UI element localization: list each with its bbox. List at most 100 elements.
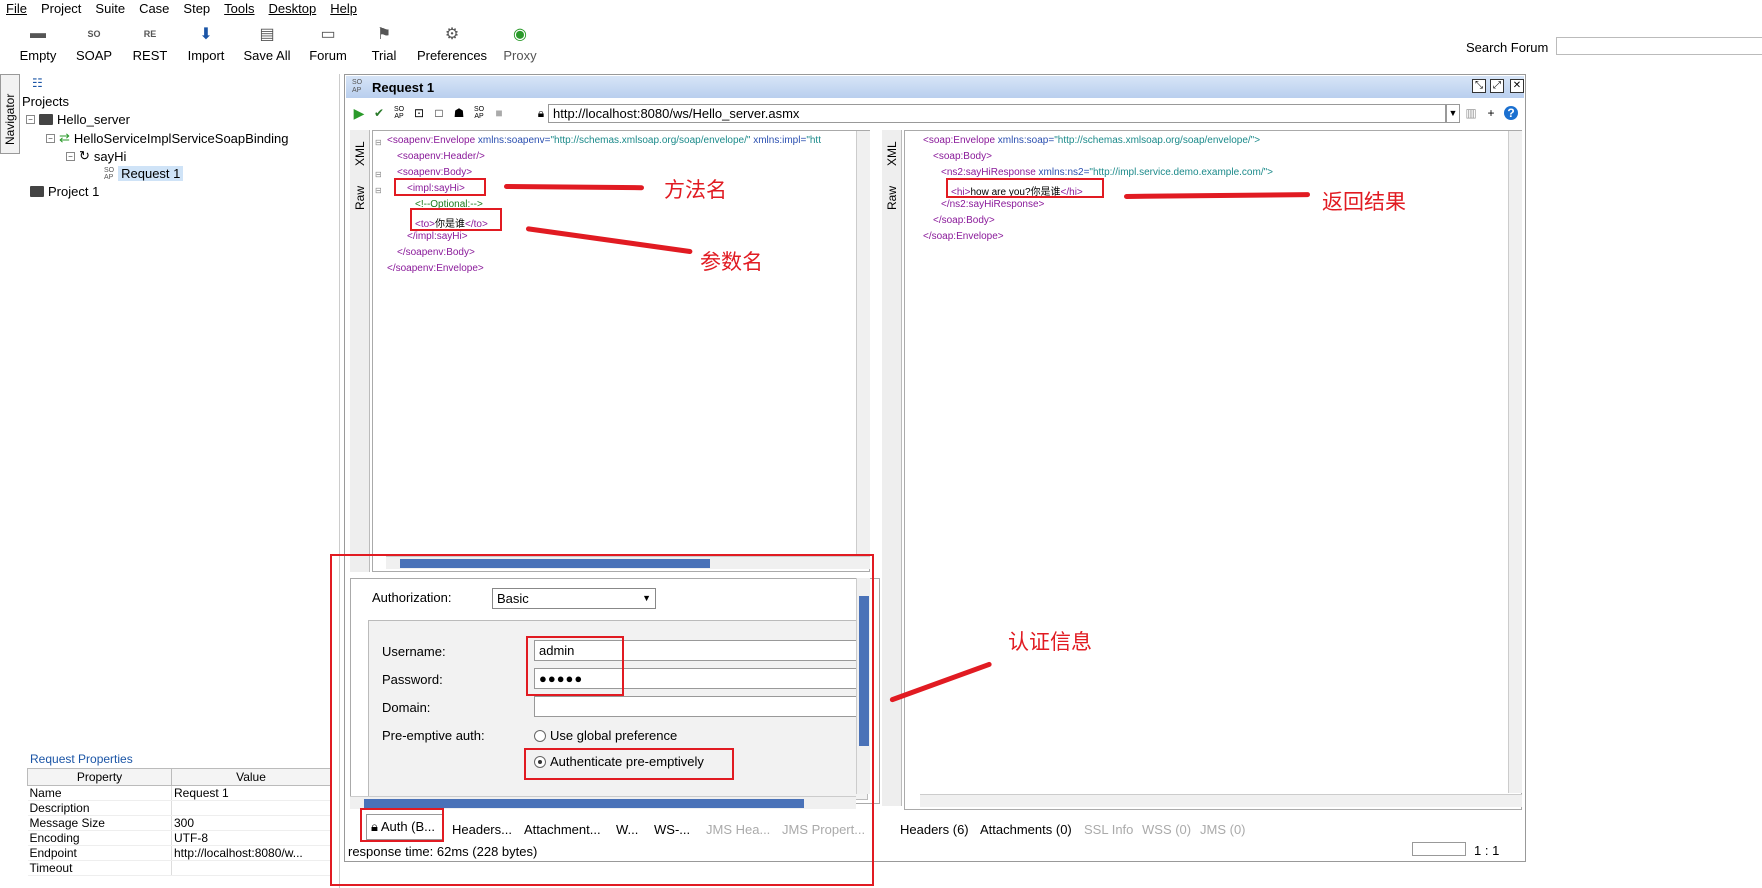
response-xml-editor[interactable]: <soap:Envelope xmlns:soap="http://schema… (904, 130, 1522, 810)
status-field (1412, 842, 1466, 856)
annotation-return-result: 返回结果 (1322, 190, 1406, 214)
tab-xml[interactable]: XML (885, 141, 899, 166)
preferences-button[interactable]: ⚙ Preferences (412, 20, 492, 70)
tab-response-attachments[interactable]: Attachments (0) (980, 822, 1072, 837)
tree-operation[interactable]: − ↻ sayHi (66, 148, 126, 164)
proxy-icon: ◉ (513, 26, 527, 43)
request-properties-table: Property Value Name Request 1 Description… (27, 768, 331, 876)
xml-line: <soap:Body> (933, 151, 992, 162)
cancel-icon[interactable]: ■ (492, 106, 506, 120)
help-icon[interactable]: ? (1504, 106, 1518, 120)
soap-request-icon: SO AP (104, 166, 115, 181)
xml-line: <ns2:sayHiResponse xmlns:ns2="http://imp… (941, 167, 1273, 178)
soap-button[interactable]: SO SOAP (66, 20, 122, 70)
menu-file[interactable]: File (0, 0, 35, 18)
tab-raw[interactable]: Raw (885, 186, 899, 210)
request-xml-editor[interactable]: <soapenv:Envelope xmlns:soapenv="http://… (372, 130, 870, 572)
value-header[interactable]: Value (171, 768, 331, 786)
tab-raw[interactable]: Raw (353, 186, 367, 210)
projects-label: Projects (22, 94, 69, 109)
response-editor-tabs: XML Raw (882, 130, 902, 806)
collapse-icon[interactable]: − (46, 133, 55, 143)
collapse-icon[interactable]: − (26, 115, 35, 124)
detach-icon[interactable]: ⤢ (1490, 79, 1504, 93)
edit-endpoint-icon[interactable]: ▥ (1464, 106, 1478, 120)
trial-button[interactable]: ⚑ Trial (356, 20, 412, 70)
soap-icon: SO (87, 29, 101, 39)
tab-response-headers[interactable]: Headers (6) (900, 822, 969, 837)
navigator-tab[interactable]: Navigator (0, 74, 20, 154)
annotation-box-param (410, 208, 502, 231)
forum-icon: ▭ (320, 26, 336, 43)
table-row[interactable]: Endpoint http://localhost:8080/w... (27, 845, 331, 861)
rest-button[interactable]: RE REST (122, 20, 178, 70)
close-icon[interactable]: ✕ (1510, 79, 1524, 93)
xml-line: <soapenv:Header/> (397, 151, 485, 162)
annotation-auth-info: 认证信息 (1008, 630, 1092, 654)
table-row[interactable]: Timeout (27, 860, 331, 876)
dock-icon[interactable]: ⤡ (1472, 79, 1486, 93)
run-icon[interactable]: ▶ (352, 106, 366, 120)
annotation-method-name: 方法名 (664, 178, 727, 202)
add-icon[interactable]: + (1484, 106, 1498, 120)
tree-view-icon[interactable]: ☷ (32, 76, 43, 90)
create-test-icon[interactable]: ⊡ (412, 106, 426, 120)
menu-help[interactable]: Help (324, 0, 365, 18)
table-row[interactable]: Name Request 1 (27, 785, 331, 801)
lock-icon[interactable]: 🔒︎ (534, 106, 548, 120)
menu-tools[interactable]: Tools (218, 0, 262, 18)
chevron-down-icon[interactable]: ▼ (1446, 104, 1460, 123)
xml-line: </soap:Body> (933, 215, 995, 226)
cursor-position: 1 : 1 (1474, 843, 1500, 858)
table-row[interactable]: Message Size 300 (27, 815, 331, 831)
import-button[interactable]: ⬇ Import (178, 20, 234, 70)
operation-icon: ↻ (79, 148, 90, 163)
xml-line: <soapenv:Body> (397, 167, 473, 178)
table-row[interactable]: Description (27, 800, 331, 816)
request-window-titlebar: SO AP Request 1 ⤡ ⤢ ✕ (346, 76, 1524, 98)
menu-desktop[interactable]: Desktop (263, 0, 325, 18)
request-properties-title: Request Properties (30, 752, 133, 766)
empty-button[interactable]: ▬ Empty (10, 20, 66, 70)
forum-button[interactable]: ▭ Forum (300, 20, 356, 70)
user-icon[interactable]: ☗ (452, 106, 466, 120)
response-editor-vscroll[interactable] (1508, 131, 1522, 793)
collapse-icon[interactable]: − (66, 151, 75, 161)
stop-icon[interactable]: □ (432, 106, 446, 120)
tree-project-hello-server[interactable]: − Hello_server (26, 112, 130, 127)
tab-xml[interactable]: XML (353, 141, 367, 166)
add-assertion-icon[interactable]: ✔ (372, 106, 386, 120)
tree-binding[interactable]: − ⇄ HelloServiceImplServiceSoapBinding (46, 130, 289, 146)
menu-suite[interactable]: Suite (89, 0, 133, 18)
tree-request[interactable]: SO AP Request 1 (104, 166, 184, 181)
proxy-button[interactable]: ◉ Proxy (492, 20, 548, 70)
property-header[interactable]: Property (27, 768, 172, 786)
soap-request-icon: SO AP (352, 79, 363, 94)
xml-line: </impl:sayHi> (407, 231, 468, 242)
tab-wss[interactable]: WSS (0) (1142, 822, 1191, 837)
response-editor-hscroll[interactable] (920, 794, 1522, 807)
folder-icon (30, 186, 44, 197)
endpoint-url-field[interactable]: http://localhost:8080/ws/Hello_server.as… (548, 104, 1446, 123)
trial-icon: ⚑ (376, 26, 392, 43)
tree-project-1[interactable]: Project 1 (30, 184, 99, 199)
soap-format-icon[interactable]: SO AP (472, 106, 486, 120)
table-row[interactable]: Encoding UTF-8 (27, 830, 331, 846)
search-forum-input[interactable] (1556, 37, 1762, 55)
soap-icon[interactable]: SO AP (392, 106, 406, 120)
tab-ssl-info[interactable]: SSL Info (1084, 822, 1133, 837)
menu-bar: File Project Suite Case Step Tools Deskt… (0, 0, 1762, 18)
binding-icon: ⇄ (59, 130, 70, 145)
menu-case[interactable]: Case (133, 0, 177, 18)
folder-icon: ▬ (30, 25, 46, 42)
menu-step[interactable]: Step (177, 0, 218, 18)
request-editor-vscroll[interactable] (856, 131, 870, 559)
xml-line: </soap:Envelope> (923, 231, 1004, 242)
tab-jms[interactable]: JMS (0) (1200, 822, 1246, 837)
menu-project[interactable]: Project (35, 0, 89, 18)
annotation-box-credentials (526, 636, 624, 696)
save-all-button[interactable]: ▤ Save All (234, 20, 300, 70)
annotation-box-method (394, 178, 486, 196)
annotation-box-preemptive (524, 748, 734, 780)
import-icon: ⬇ (199, 26, 213, 43)
